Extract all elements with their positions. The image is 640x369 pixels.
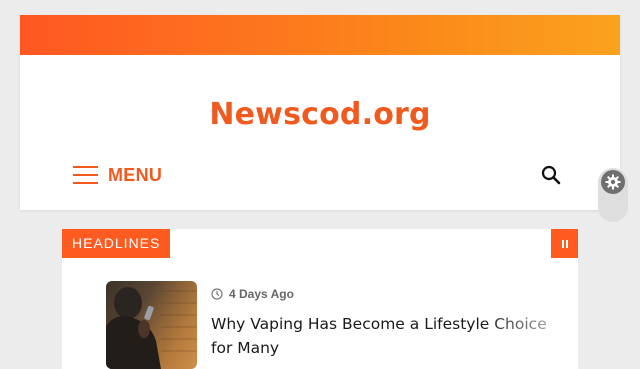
site-title[interactable]: Newscod.org: [20, 97, 620, 132]
menu-button[interactable]: MENU: [73, 162, 162, 188]
headlines-ticker: HEADLINES 4 Days Ago Why Vaping Has Beco…: [62, 229, 578, 369]
settings-button[interactable]: [601, 170, 625, 194]
top-bar: [20, 15, 620, 55]
headline-title[interactable]: Why Vaping Has Become a Lifestyle Choice…: [211, 312, 561, 360]
site-header: Newscod.org MENU: [20, 15, 620, 210]
hamburger-icon: [73, 164, 98, 186]
pause-icon: [561, 235, 569, 253]
search-button[interactable]: [541, 165, 563, 187]
headline-meta: 4 Days Ago: [211, 287, 294, 301]
menu-label: MENU: [108, 164, 163, 185]
clock-icon: [211, 288, 223, 300]
headline-thumbnail[interactable]: [106, 281, 197, 369]
gear-icon: [605, 174, 621, 190]
pause-button[interactable]: [551, 229, 578, 258]
headlines-label[interactable]: HEADLINES: [62, 229, 171, 258]
search-icon: [541, 165, 561, 185]
headline-date: 4 Days Ago: [229, 287, 294, 301]
